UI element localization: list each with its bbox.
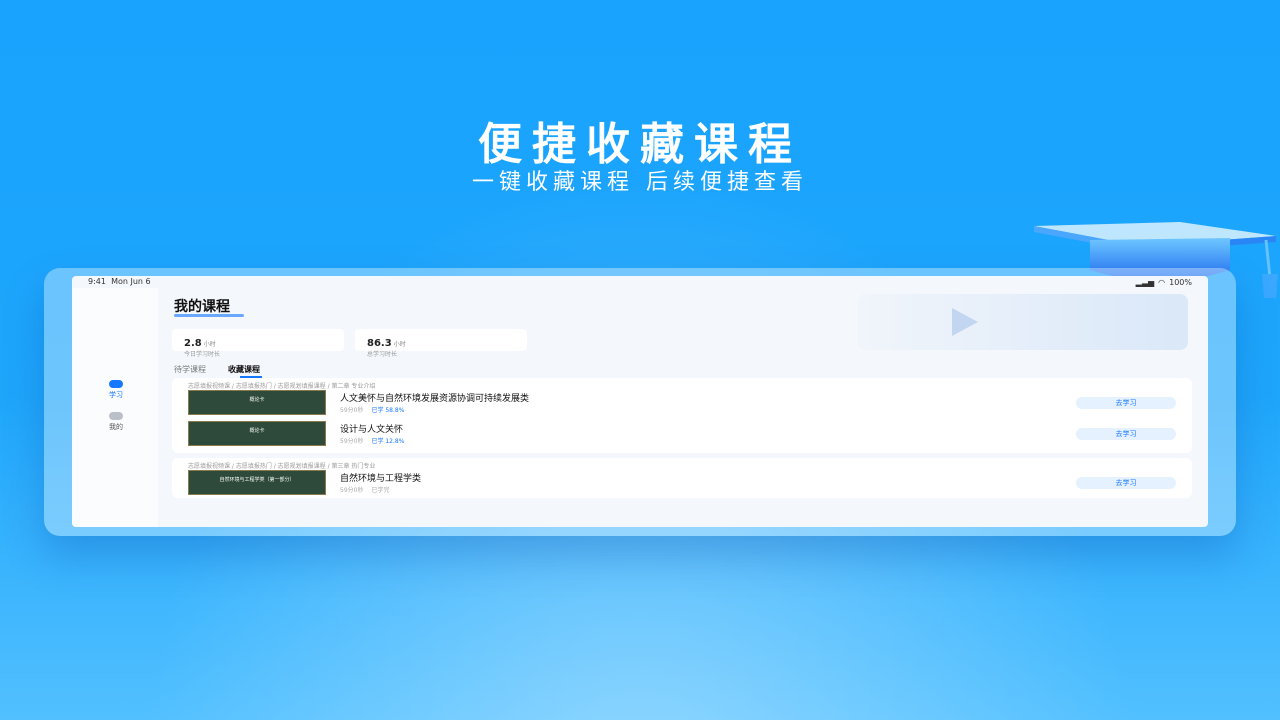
- tab-pending[interactable]: 待学课程: [174, 364, 206, 375]
- battery-label: 100%: [1169, 277, 1192, 287]
- course-group: 志愿填报视频课 / 志愿填报热门 / 志愿规划填报课程 / 第三章 热门专业 自…: [172, 458, 1192, 498]
- stat-unit: 小时: [203, 341, 216, 348]
- play-icon: [952, 308, 978, 336]
- profile-icon: [109, 412, 123, 420]
- course-item[interactable]: 概论卡 设计与人文关怀 59分0秒 已学 12.8% 去学习: [172, 420, 1192, 451]
- course-meta: 59分0秒 已学 58.8%: [340, 407, 405, 414]
- main-content: 我的课程 2.8 小时 今日学习时长 86.3 小时 总学习时长 待学课程 收藏课程…: [158, 288, 1208, 527]
- status-time: 9:41 Mon Jun 6: [88, 277, 151, 286]
- course-title: 人文美怀与自然环境发展资源协调可持续发展类: [340, 394, 530, 404]
- breadcrumb: 志愿填报视频课 / 志愿填报热门 / 志愿规划填报课程 / 第二章 专业介绍: [188, 383, 376, 390]
- stat-today: 2.8 小时 今日学习时长: [172, 329, 344, 358]
- breadcrumb: 志愿填报视频课 / 志愿填报热门 / 志愿规划填报课程 / 第三章 热门专业: [188, 463, 376, 470]
- signal-icon: ▂▃▅: [1135, 277, 1155, 287]
- stat-value: 86.3: [367, 338, 392, 349]
- headline: 便捷收藏课程: [478, 119, 802, 170]
- header-decoration: [858, 294, 1188, 350]
- course-progress: 已学 58.8%: [371, 407, 405, 414]
- course-item[interactable]: 概论卡 人文美怀与自然环境发展资源协调可持续发展类 59分0秒 已学 58.8% …: [172, 389, 1192, 420]
- course-title: 自然环境与工程学类: [340, 474, 422, 484]
- go-study-button[interactable]: 去学习: [1076, 428, 1176, 440]
- sidebar-item-study[interactable]: 学习: [102, 380, 130, 400]
- course-progress: 已学 12.8%: [371, 438, 405, 445]
- course-item[interactable]: 自然环境与工程学类（第一部分） 自然环境与工程学类 59分0秒 已学完 去学习: [172, 469, 1192, 500]
- course-progress: 已学完: [371, 487, 390, 494]
- course-thumbnail: 概论卡: [188, 390, 326, 415]
- course-meta: 59分0秒 已学 12.8%: [340, 438, 405, 445]
- go-study-button[interactable]: 去学习: [1076, 397, 1176, 409]
- course-thumbnail: 自然环境与工程学类（第一部分）: [188, 470, 326, 495]
- go-study-button[interactable]: 去学习: [1076, 477, 1176, 489]
- status-right: ▂▃▅ ◠ 100%: [1136, 277, 1192, 287]
- stat-value: 2.8: [184, 338, 202, 349]
- title-underline: [174, 314, 244, 317]
- stat-unit: 小时: [393, 341, 406, 348]
- course-tabs: 待学课程 收藏课程: [174, 364, 262, 378]
- sidebar: 学习 我的: [72, 288, 158, 527]
- status-bar: 9:41 Mon Jun 6 ▂▃▅ ◠ 100%: [72, 276, 1208, 288]
- sidebar-item-profile[interactable]: 我的: [102, 412, 130, 432]
- study-icon: [109, 380, 123, 388]
- page-title: 我的课程: [174, 299, 230, 315]
- tab-favorites[interactable]: 收藏课程: [228, 364, 262, 378]
- stat-label: 总学习时长: [367, 351, 398, 358]
- tablet-screen: 9:41 Mon Jun 6 ▂▃▅ ◠ 100% 学习 我的 我的课程 2.8…: [72, 276, 1208, 527]
- course-title: 设计与人文关怀: [340, 425, 404, 435]
- course-meta: 59分0秒 已学完: [340, 487, 390, 494]
- stat-total: 86.3 小时 总学习时长: [355, 329, 527, 358]
- subline: 一键收藏课程 后续便捷查看: [472, 170, 808, 195]
- course-group: 志愿填报视频课 / 志愿填报热门 / 志愿规划填报课程 / 第二章 专业介绍 概…: [172, 378, 1192, 453]
- stat-label: 今日学习时长: [184, 351, 221, 358]
- course-thumbnail: 概论卡: [188, 421, 326, 446]
- wifi-icon: ◠: [1158, 277, 1166, 287]
